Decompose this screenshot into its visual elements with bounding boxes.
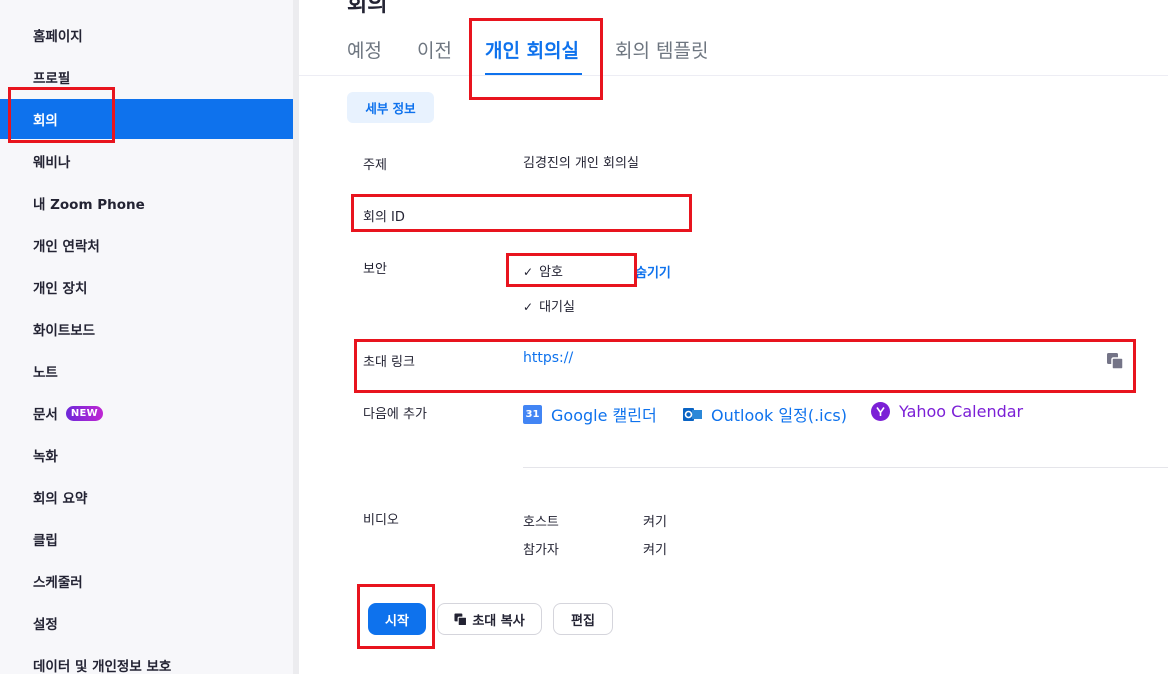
check-icon: ✓ (523, 265, 534, 279)
meeting-id-label: 회의 ID (363, 210, 405, 225)
sidebar-item-recordings[interactable]: 녹화 (0, 435, 293, 475)
host-label: 호스트 (523, 515, 559, 530)
host-video-value: 켜기 (643, 515, 667, 530)
sidebar-item-home[interactable]: 홈페이지 (0, 15, 293, 55)
new-badge: NEW (65, 405, 103, 421)
section-divider (523, 467, 1168, 468)
security-label: 보안 (363, 262, 387, 277)
sidebar-item-settings[interactable]: 설정 (0, 603, 293, 643)
hide-passcode-link[interactable]: 숨기기 (635, 262, 671, 281)
add-to-label: 다음에 추가 (363, 407, 427, 422)
start-button[interactable]: 시작 (368, 603, 426, 635)
copy-icon (454, 612, 468, 626)
sidebar-item-profile[interactable]: 프로필 (0, 57, 293, 97)
details-subtab[interactable]: 세부 정보 (347, 92, 434, 123)
sidebar-item-clips[interactable]: 클립 (0, 519, 293, 559)
yahoo-icon (871, 402, 890, 421)
passcode-row: ✓ 암호 (523, 261, 563, 280)
tab-personal-room[interactable]: 개인 회의실 (485, 36, 579, 63)
sidebar-item-zoom-phone[interactable]: 내 Zoom Phone (0, 183, 293, 223)
sidebar-item-privacy[interactable]: 데이터 및 개인정보 보호 (0, 645, 293, 674)
google-calendar-icon: 31 (523, 404, 542, 424)
copy-icon[interactable] (1106, 352, 1124, 370)
sidebar-scrollbar[interactable] (293, 0, 299, 674)
sidebar: 홈페이지 프로필 회의 웨비나 내 Zoom Phone 개인 연락처 개인 장… (0, 0, 293, 674)
yahoo-calendar-link[interactable]: Yahoo Calendar (871, 402, 1023, 421)
tabs-divider (299, 75, 1168, 76)
annotation-box-invite-link (354, 339, 1136, 393)
tab-previous[interactable]: 이전 (417, 36, 452, 63)
check-icon: ✓ (523, 300, 534, 314)
sidebar-item-docs[interactable]: 문서 NEW (0, 393, 293, 433)
sidebar-item-notes[interactable]: 노트 (0, 351, 293, 391)
sidebar-item-webinars[interactable]: 웨비나 (0, 141, 293, 181)
participant-label: 참가자 (523, 543, 559, 558)
waiting-room-row: ✓ 대기실 (523, 296, 575, 315)
tab-upcoming[interactable]: 예정 (347, 36, 382, 63)
topic-value: 김경진의 개인 회의실 (523, 156, 639, 171)
video-label: 비디오 (363, 513, 399, 528)
copy-invite-button[interactable]: 초대 복사 (437, 603, 542, 635)
invite-link-label: 초대 링크 (363, 355, 415, 370)
sidebar-item-contacts[interactable]: 개인 연락처 (0, 225, 293, 265)
outlook-calendar-link[interactable]: Outlook 일정(.ics) (683, 402, 847, 426)
edit-button[interactable]: 편집 (553, 603, 613, 635)
topic-label: 주제 (363, 158, 387, 173)
google-calendar-link[interactable]: 31 Google 캘린더 (523, 402, 657, 426)
sidebar-item-whiteboards[interactable]: 화이트보드 (0, 309, 293, 349)
sidebar-item-scheduler[interactable]: 스케줄러 (0, 561, 293, 601)
sidebar-item-meeting-summary[interactable]: 회의 요약 (0, 477, 293, 517)
invite-link-value[interactable]: https:// (523, 350, 1093, 366)
passcode-label: 암호 (539, 265, 563, 280)
tab-meeting-templates[interactable]: 회의 템플릿 (615, 36, 708, 63)
participant-video-value: 켜기 (643, 543, 667, 558)
outlook-icon (683, 407, 702, 421)
waiting-room-label: 대기실 (539, 300, 575, 315)
sidebar-item-devices[interactable]: 개인 장치 (0, 267, 293, 307)
sidebar-item-meetings[interactable]: 회의 (0, 99, 293, 139)
page-title: 회의 (347, 0, 388, 17)
